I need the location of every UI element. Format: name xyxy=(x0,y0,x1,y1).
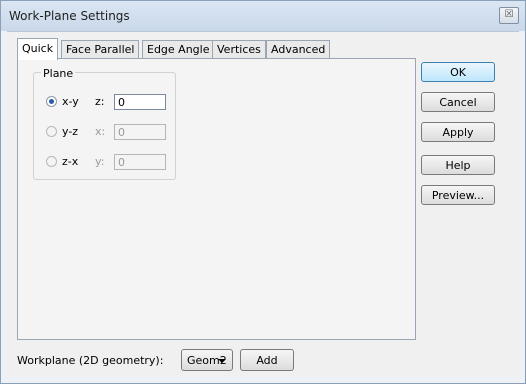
y-coord-label: y: xyxy=(95,155,105,168)
tab-face-parallel[interactable]: Face Parallel xyxy=(61,40,140,59)
zx-radio-label: z-x xyxy=(62,155,79,168)
tab-edge-angle[interactable]: Edge Angle xyxy=(142,40,215,59)
tab-quick[interactable]: Quick xyxy=(17,38,59,60)
xy-radio-label: x-y xyxy=(62,95,79,108)
help-button[interactable]: Help xyxy=(421,155,495,175)
tab-advanced[interactable]: Advanced xyxy=(266,40,331,59)
yz-radio[interactable] xyxy=(46,126,57,137)
ok-button[interactable]: OK xyxy=(421,62,495,82)
close-icon: ☒ xyxy=(504,9,514,20)
x-coord-label: x: xyxy=(95,125,106,138)
workplane-select[interactable]: Geom2 xyxy=(181,349,233,371)
title-bar[interactable]: Work-Plane Settings ☒ xyxy=(1,1,525,31)
xy-radio[interactable] xyxy=(46,96,57,107)
zx-radio[interactable] xyxy=(46,156,57,167)
close-button[interactable]: ☒ xyxy=(499,7,519,24)
chevron-down-icon xyxy=(218,359,226,363)
preview-button[interactable]: Preview... xyxy=(421,185,495,205)
plane-group-label: Plane xyxy=(41,67,76,80)
yz-radio-label: y-z xyxy=(62,125,79,138)
cancel-button[interactable]: Cancel xyxy=(421,92,495,112)
tab-vertices[interactable]: Vertices xyxy=(212,40,266,59)
y-value-input[interactable] xyxy=(114,154,166,170)
add-workplane-button[interactable]: Add xyxy=(240,349,294,371)
z-coord-label: z: xyxy=(95,95,105,108)
window-title: Work-Plane Settings xyxy=(9,9,130,23)
apply-button[interactable]: Apply xyxy=(421,122,495,142)
workplane-label: Workplane (2D geometry): xyxy=(17,354,164,367)
x-value-input[interactable] xyxy=(114,124,166,140)
z-value-input[interactable] xyxy=(114,94,166,110)
